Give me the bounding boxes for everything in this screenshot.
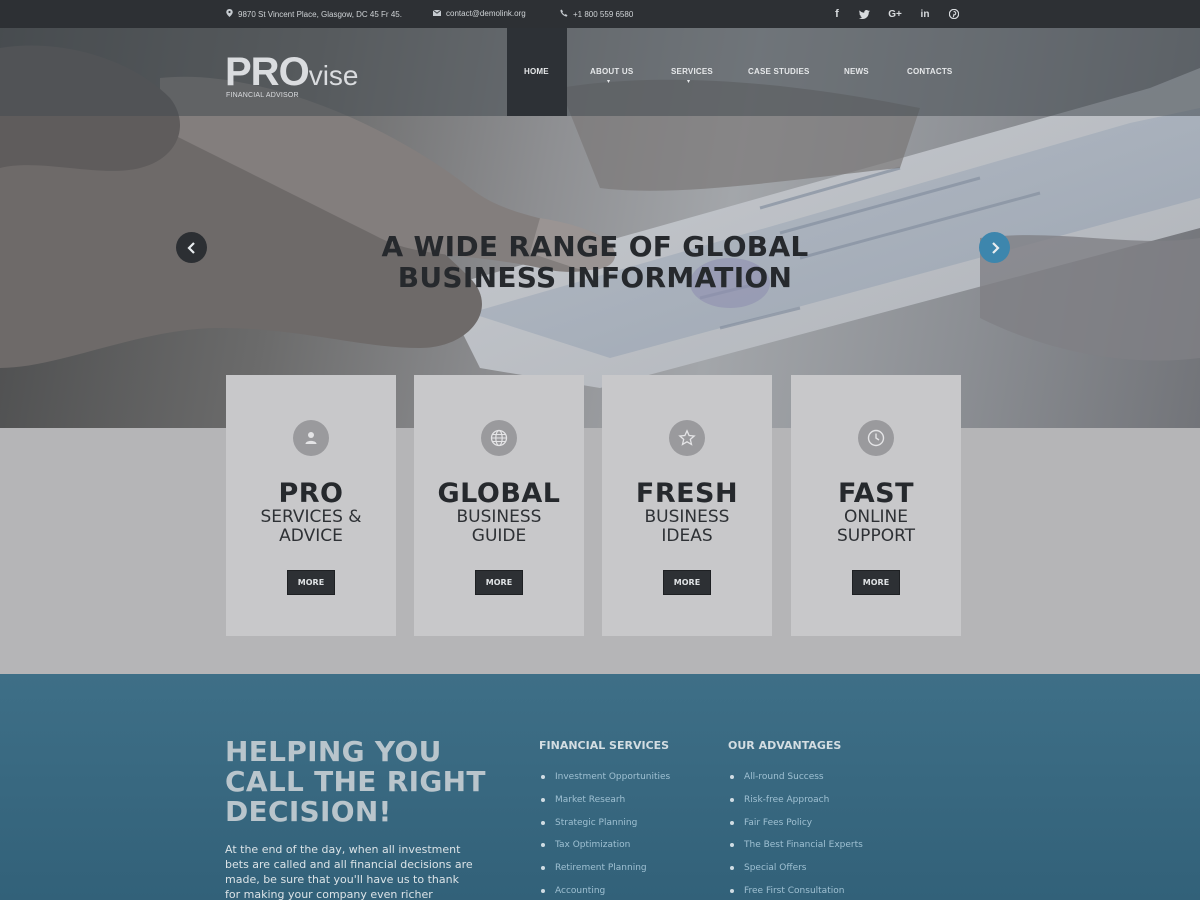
google-plus-icon[interactable]: G+ (884, 5, 906, 23)
pinterest-icon[interactable] (943, 5, 965, 23)
envelope-icon (432, 9, 442, 18)
globe-icon (481, 420, 517, 456)
card-subtitle: BUSINESS IDEAS (644, 507, 730, 546)
list-item[interactable]: Investment Opportunities (539, 766, 670, 789)
phone-link[interactable]: +1 800 559 6580 (573, 10, 633, 19)
bullet-icon (541, 843, 545, 848)
twitter-icon[interactable] (853, 5, 875, 23)
slider-prev-button[interactable] (176, 232, 207, 263)
top-bar: 9870 St Vincent Place, Glasgow, DC 45 Fr… (0, 0, 1200, 28)
chevron-left-icon (186, 241, 195, 254)
nav-about-us[interactable]: ABOUT US (590, 67, 633, 76)
bullet-icon (730, 888, 734, 893)
email-info[interactable]: contact@demolink.org (432, 9, 526, 18)
card-headline: GLOBAL (437, 478, 561, 509)
bullet-icon (730, 843, 734, 848)
facebook-icon[interactable]: f (826, 5, 848, 23)
logo-light-text: vise (308, 60, 359, 91)
bullet-icon (730, 775, 734, 780)
list-item[interactable]: Risk-free Approach (728, 789, 863, 812)
chevron-right-icon (991, 241, 1000, 254)
more-button[interactable]: MORE (663, 570, 711, 595)
feature-card-fresh: FRESH BUSINESS IDEAS MORE (602, 375, 772, 636)
email-link[interactable]: contact@demolink.org (446, 9, 526, 18)
help-heading: HELPING YOU CALL THE RIGHT DECISION! (225, 735, 486, 828)
feature-card-global: GLOBAL BUSINESS GUIDE MORE (414, 375, 584, 636)
site-logo[interactable]: PROvise FINANCIAL ADVISOR (225, 50, 359, 99)
bullet-icon (730, 820, 734, 825)
bullet-icon (541, 888, 545, 893)
features-section (0, 428, 1200, 674)
card-subtitle: ONLINE SUPPORT (836, 507, 916, 546)
list-item[interactable]: Strategic Planning (539, 811, 670, 834)
bullet-icon (541, 798, 545, 803)
bullet-icon (541, 820, 545, 825)
feature-card-pro: PRO SERVICES & ADVICE MORE (226, 375, 396, 636)
card-subtitle: BUSINESS GUIDE (456, 507, 542, 546)
card-headline: PRO (278, 478, 344, 509)
slider-next-button[interactable] (979, 232, 1010, 263)
list-item[interactable]: Tax Optimization (539, 834, 670, 857)
list-item[interactable]: The Best Financial Experts (728, 834, 863, 857)
advantages-heading: OUR ADVANTAGES (728, 739, 842, 752)
list-item[interactable]: Fair Fees Policy (728, 811, 863, 834)
nav-news[interactable]: NEWS (844, 67, 869, 76)
logo-tagline: FINANCIAL ADVISOR (226, 92, 299, 99)
logo-bold-text: PRO (225, 50, 310, 94)
list-item[interactable]: Special Offers (728, 857, 863, 880)
bullet-icon (730, 866, 734, 871)
address-text: 9870 St Vincent Place, Glasgow, DC 45 Fr… (238, 9, 402, 19)
hero-title: A WIDE RANGE OF GLOBAL BUSINESS INFORMAT… (381, 230, 809, 294)
card-headline: FAST (837, 478, 915, 509)
more-button[interactable]: MORE (287, 570, 335, 595)
address-info: 9870 St Vincent Place, Glasgow, DC 45 Fr… (226, 9, 402, 19)
more-button[interactable]: MORE (852, 570, 900, 595)
advantages-list: All-round Success Risk-free Approach Fai… (728, 766, 863, 900)
user-icon (293, 420, 329, 456)
phone-info[interactable]: +1 800 559 6580 (560, 9, 633, 19)
financial-services-heading: FINANCIAL SERVICES (539, 739, 670, 752)
services-dropdown-caret-icon[interactable]: ▾ (687, 78, 690, 85)
list-item[interactable]: Retirement Planning (539, 857, 670, 880)
financial-services-list: Investment Opportunities Market Researh … (539, 766, 670, 900)
about-dropdown-caret-icon[interactable]: ▾ (607, 78, 610, 85)
bullet-icon (730, 798, 734, 803)
feature-card-fast: FAST ONLINE SUPPORT MORE (791, 375, 961, 636)
star-icon (669, 420, 705, 456)
bullet-icon (541, 866, 545, 871)
list-item[interactable]: Accounting (539, 879, 670, 900)
clock-icon (858, 420, 894, 456)
more-button[interactable]: MORE (475, 570, 523, 595)
phone-icon (560, 9, 568, 19)
nav-case-studies[interactable]: CASE STUDIES (748, 67, 810, 76)
bullet-icon (541, 775, 545, 780)
help-paragraph: At the end of the day, when all investme… (225, 843, 473, 900)
map-pin-icon (226, 9, 233, 19)
card-subtitle: SERVICES & ADVICE (260, 507, 362, 546)
list-item[interactable]: Free First Consultation (728, 879, 863, 900)
nav-home[interactable]: HOME (524, 67, 549, 76)
list-item[interactable]: All-round Success (728, 766, 863, 789)
card-headline: FRESH (635, 478, 739, 509)
linkedin-icon[interactable]: in (914, 5, 936, 23)
nav-services[interactable]: SERVICES (671, 67, 713, 76)
nav-contacts[interactable]: CONTACTS (907, 67, 952, 76)
list-item[interactable]: Market Researh (539, 789, 670, 812)
